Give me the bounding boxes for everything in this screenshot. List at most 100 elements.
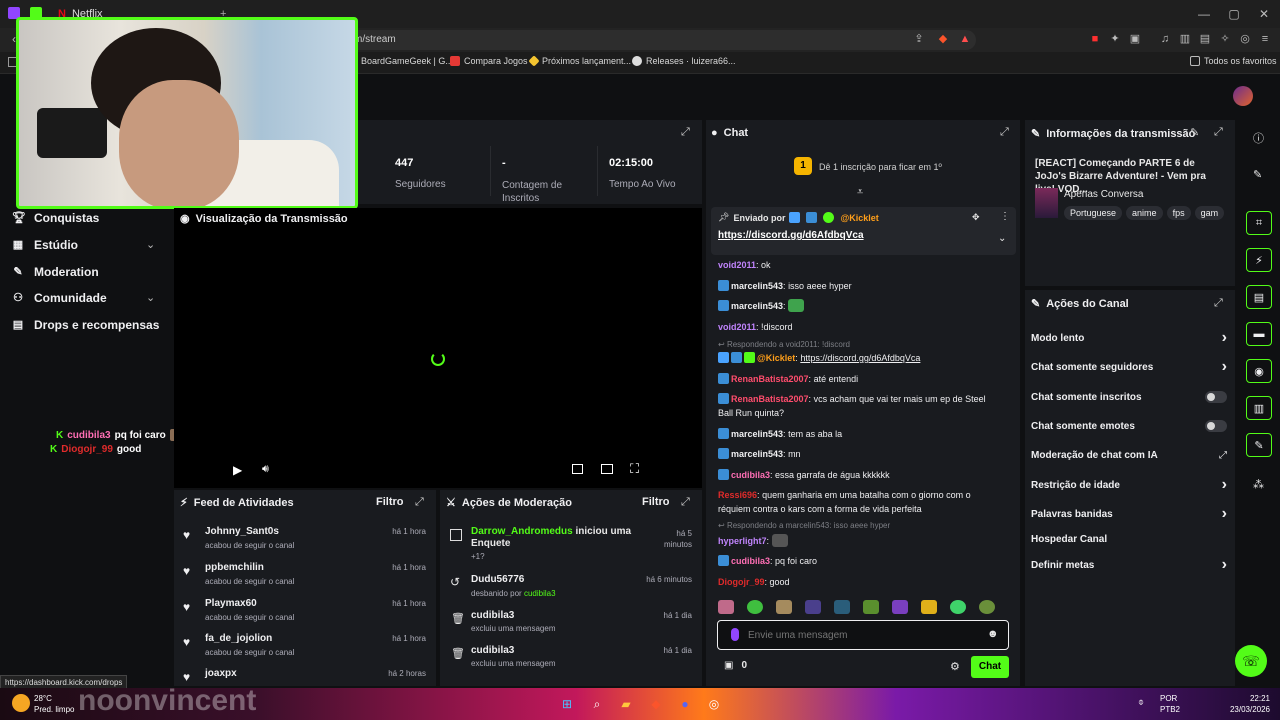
sidebar-item-drops[interactable]: ▤ Drops e recompensas <box>12 318 160 332</box>
fullscreen-icon[interactable]: ⛶ <box>630 461 639 477</box>
more-icon[interactable]: ⋮ <box>1000 211 1010 222</box>
maximize-icon[interactable]: ▢ <box>1226 6 1242 22</box>
leo-ai-icon[interactable]: ✧ <box>1218 32 1232 46</box>
sidebar-item-moderation[interactable]: ✎ Moderation <box>12 265 98 279</box>
emote-icon[interactable] <box>979 600 995 614</box>
chat-username[interactable]: marcelin543 <box>731 429 783 439</box>
all-bookmarks[interactable]: Todos os favoritos <box>1190 56 1277 66</box>
popout-icon[interactable]: ⤢ <box>1000 126 1009 139</box>
search-icon[interactable]: ⌕ <box>587 694 607 714</box>
chat-username[interactable]: RenanBatista2007 <box>731 394 809 404</box>
info-icon[interactable]: ⓘ <box>1253 130 1264 146</box>
minimize-icon[interactable]: — <box>1196 6 1212 22</box>
tag[interactable]: anime <box>1126 206 1163 220</box>
chat-username[interactable]: cudibila3 <box>731 470 770 480</box>
chat-username[interactable]: Ressi696 <box>718 490 757 500</box>
volume-icon[interactable]: 🔊︎ <box>262 463 269 476</box>
emote-icon[interactable] <box>805 600 821 614</box>
rail-btn-wrench-icon[interactable]: ✎ <box>1246 433 1272 457</box>
start-icon[interactable]: ⊞ <box>557 694 577 714</box>
address-bar[interactable]: m/stream <box>340 30 976 50</box>
chat-username[interactable]: marcelin543 <box>731 301 783 311</box>
pinned-user[interactable]: @Kicklet <box>840 213 878 223</box>
toggle-switch[interactable] <box>1205 420 1227 432</box>
mod-user[interactable]: cudibila3 <box>471 645 514 656</box>
chat-username[interactable]: @Kicklet <box>757 353 795 363</box>
chevron-down-icon[interactable]: ⌄ <box>146 238 155 251</box>
music-icon[interactable]: ♫ <box>1158 32 1172 46</box>
share-icon[interactable]: ⇪ <box>912 32 926 46</box>
theater-icon[interactable] <box>601 464 613 474</box>
rail-btn-broadcast-icon[interactable]: ◉ <box>1246 359 1272 383</box>
youtube-ext-icon[interactable]: ■ <box>1088 32 1102 46</box>
edit-icon[interactable]: ✎ <box>1190 126 1199 139</box>
emote-icon[interactable] <box>921 600 937 614</box>
channel-action[interactable]: Hospedar Canal <box>1031 531 1227 547</box>
rail-btn-chat-icon[interactable]: ▬ <box>1246 322 1272 346</box>
sidebar-item-comunidade[interactable]: ⚇ Comunidade <box>12 291 107 305</box>
feed-user[interactable]: Playmax60 <box>205 598 257 609</box>
support-button[interactable]: ☏ <box>1235 645 1267 677</box>
rail-btn-layout-icon[interactable]: ▥ <box>1246 396 1272 420</box>
close-icon[interactable]: ✕ <box>1256 6 1272 22</box>
channel-action[interactable]: Moderação de chat com IA ⤢ <box>1031 447 1227 463</box>
chat-send-button[interactable]: Chat <box>971 656 1009 678</box>
emoji-icon[interactable]: ☻ <box>987 628 999 640</box>
apps-dots-icon[interactable]: ⁂ <box>1253 478 1264 491</box>
tray-time[interactable]: 22:21 <box>1230 694 1270 703</box>
channel-action[interactable]: Restrição de idade › <box>1031 476 1227 493</box>
feed-filter-button[interactable]: Filtro <box>376 496 404 508</box>
discord-icon[interactable]: ● <box>675 694 695 714</box>
popout-icon[interactable]: ⤢ <box>1214 126 1223 139</box>
collapse-icon[interactable]: ⩡ <box>857 186 863 199</box>
tag[interactable]: fps <box>1166 206 1191 220</box>
sidebar-item-estudio[interactable]: ▦ Estúdio <box>12 238 78 252</box>
expand-icon[interactable]: ⌄ <box>998 233 1006 244</box>
mod-user[interactable]: Darrow_Andromedus <box>471 526 573 537</box>
channel-action[interactable]: Palavras banidas › <box>1031 505 1227 522</box>
pencil-icon[interactable]: ✎ <box>1253 168 1262 181</box>
tray-lang[interactable]: POR <box>1160 694 1177 703</box>
tag[interactable]: Portuguese <box>1064 206 1123 220</box>
brave-icon[interactable]: ◆ <box>646 694 666 714</box>
pinned-link[interactable]: https://discord.gg/d6AfdbqVca <box>718 230 864 241</box>
emote-icon[interactable] <box>950 600 966 614</box>
tag[interactable]: gam <box>1194 206 1225 220</box>
rail-btn-bolt-icon[interactable]: ⚡︎ <box>1246 248 1272 272</box>
sidebar-item-conquistas[interactable]: 🏆︎ Conquistas <box>12 211 99 225</box>
channel-action[interactable]: Chat somente inscritos <box>1031 389 1227 405</box>
chat-username[interactable]: RenanBatista2007 <box>731 374 809 384</box>
chat-username[interactable]: cudibila3 <box>731 556 770 566</box>
chat-username[interactable]: hyperlight7 <box>718 536 767 546</box>
user-avatar[interactable] <box>1233 86 1253 106</box>
chevron-down-icon[interactable]: ⌄ <box>146 291 155 304</box>
emote-icon[interactable] <box>834 600 850 614</box>
popout-icon[interactable]: ⤢ <box>1214 297 1223 310</box>
pin-action-icon[interactable]: ✥ <box>972 212 980 223</box>
emote-icon[interactable] <box>776 600 792 614</box>
brave-shield-icon[interactable]: ◆ <box>936 32 950 46</box>
vpn-icon[interactable]: ◎ <box>1238 32 1252 46</box>
menu-icon[interactable]: ≡ <box>1258 32 1272 46</box>
mod-user[interactable]: Dudu56776 <box>471 574 524 585</box>
chat-username[interactable]: marcelin543 <box>731 449 783 459</box>
bookmark-proximos[interactable]: Próximos lançament... <box>528 55 631 67</box>
emote-icon[interactable] <box>747 600 763 614</box>
gift-icon[interactable]: ▣ <box>724 660 733 671</box>
popout-icon[interactable]: ⤢ <box>415 496 424 509</box>
bookmark-boardgamegeek[interactable]: BoardGameGeek | G... <box>361 56 453 66</box>
mic-tray-icon[interactable]: ⌽ <box>1138 697 1144 708</box>
rail-btn-doc-icon[interactable]: ▤ <box>1246 285 1272 309</box>
channel-action[interactable]: Chat somente emotes <box>1031 418 1227 434</box>
screenshot-icon[interactable]: ▣ <box>1128 32 1142 46</box>
chat-username[interactable]: void2011 <box>718 322 756 332</box>
bookmark-releases[interactable]: Releases · luizera66... <box>632 56 736 66</box>
feed-user[interactable]: ppbemchilin <box>205 562 264 573</box>
emote-icon[interactable] <box>863 600 879 614</box>
mod-by[interactable]: cudibila3 <box>524 589 556 598</box>
steam-icon[interactable]: ◎ <box>704 694 724 714</box>
popout-icon[interactable]: ⤢ <box>681 496 690 509</box>
play-icon[interactable]: ▶ <box>233 463 242 477</box>
feed-user[interactable]: joaxpx <box>205 668 237 679</box>
settings-icon[interactable]: ⚙ <box>950 660 960 673</box>
